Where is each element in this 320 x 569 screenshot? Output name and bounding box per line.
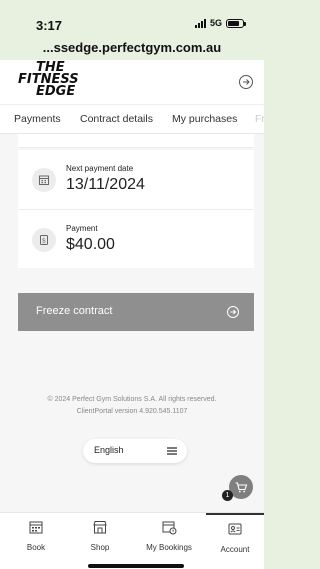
- app-header: THE FITNESS EDGE: [0, 60, 264, 104]
- battery-icon: [226, 18, 246, 28]
- signal-icon: [194, 18, 206, 28]
- payment-label: Payment: [66, 224, 98, 233]
- arrow-right-circle-icon: [227, 306, 239, 318]
- next-payment-row: Next payment date 13/11/2024: [18, 150, 254, 210]
- home-indicator[interactable]: [88, 564, 184, 568]
- tab-freeze-partial[interactable]: Fr: [255, 113, 264, 125]
- payment-value: $40.00: [66, 236, 115, 253]
- bookings-icon: [162, 521, 177, 535]
- bottom-nav: Book Shop My Bookings Account: [0, 512, 264, 554]
- nav-shop-label: Shop: [90, 543, 110, 552]
- language-selector[interactable]: English: [83, 439, 187, 463]
- nav-shop[interactable]: Shop: [76, 513, 124, 553]
- network-type: 5G: [209, 18, 222, 28]
- freeze-contract-button[interactable]: Freeze contract: [18, 293, 254, 331]
- next-payment-label: Next payment date: [66, 164, 134, 173]
- browser-url[interactable]: ...ssedge.perfectgym.com.au: [0, 40, 264, 60]
- nav-my-bookings-label: My Bookings: [146, 543, 192, 552]
- calendar-icon: [29, 521, 43, 534]
- account-icon: [228, 523, 242, 535]
- payment-icon: $: [32, 228, 56, 252]
- logo-line3: EDGE: [36, 84, 76, 99]
- status-indicators: 5G: [194, 18, 246, 28]
- copyright-text: © 2024 Perfect Gym Solutions S.A. All ri…: [47, 396, 217, 403]
- home-indicator-area: [0, 552, 264, 569]
- calendar-icon: [32, 168, 56, 192]
- language-label: English: [94, 445, 124, 455]
- payment-amount-row: $ Payment $40.00: [18, 210, 254, 268]
- contract-tabs: Payments Contract details My purchases F…: [0, 104, 264, 134]
- shop-icon: [93, 521, 107, 534]
- fitness-edge-logo[interactable]: THE FITNESS EDGE: [18, 61, 79, 99]
- card-top-edge: [18, 134, 254, 148]
- svg-text:$: $: [42, 237, 46, 245]
- nav-account[interactable]: Account: [206, 513, 264, 554]
- menu-icon: [167, 447, 177, 455]
- cart-badge: 1: [222, 490, 233, 501]
- logout-icon[interactable]: [238, 74, 254, 90]
- freeze-contract-label: Freeze contract: [36, 305, 113, 317]
- nav-book-label: Book: [26, 543, 46, 552]
- version-text: ClientPortal version 4.920.545.1107: [76, 408, 188, 415]
- payments-content: Next payment date 13/11/2024 $ Payment $…: [0, 134, 264, 512]
- nav-book[interactable]: Book: [12, 513, 60, 553]
- tab-contract-details[interactable]: Contract details: [80, 113, 153, 125]
- status-time: 3:17: [36, 18, 63, 33]
- tab-my-purchases[interactable]: My purchases: [172, 113, 237, 125]
- next-payment-value: 13/11/2024: [66, 176, 145, 193]
- tab-payments[interactable]: Payments: [14, 113, 61, 125]
- nav-my-bookings[interactable]: My Bookings: [138, 513, 200, 553]
- status-bar: 3:17 5G: [0, 0, 264, 40]
